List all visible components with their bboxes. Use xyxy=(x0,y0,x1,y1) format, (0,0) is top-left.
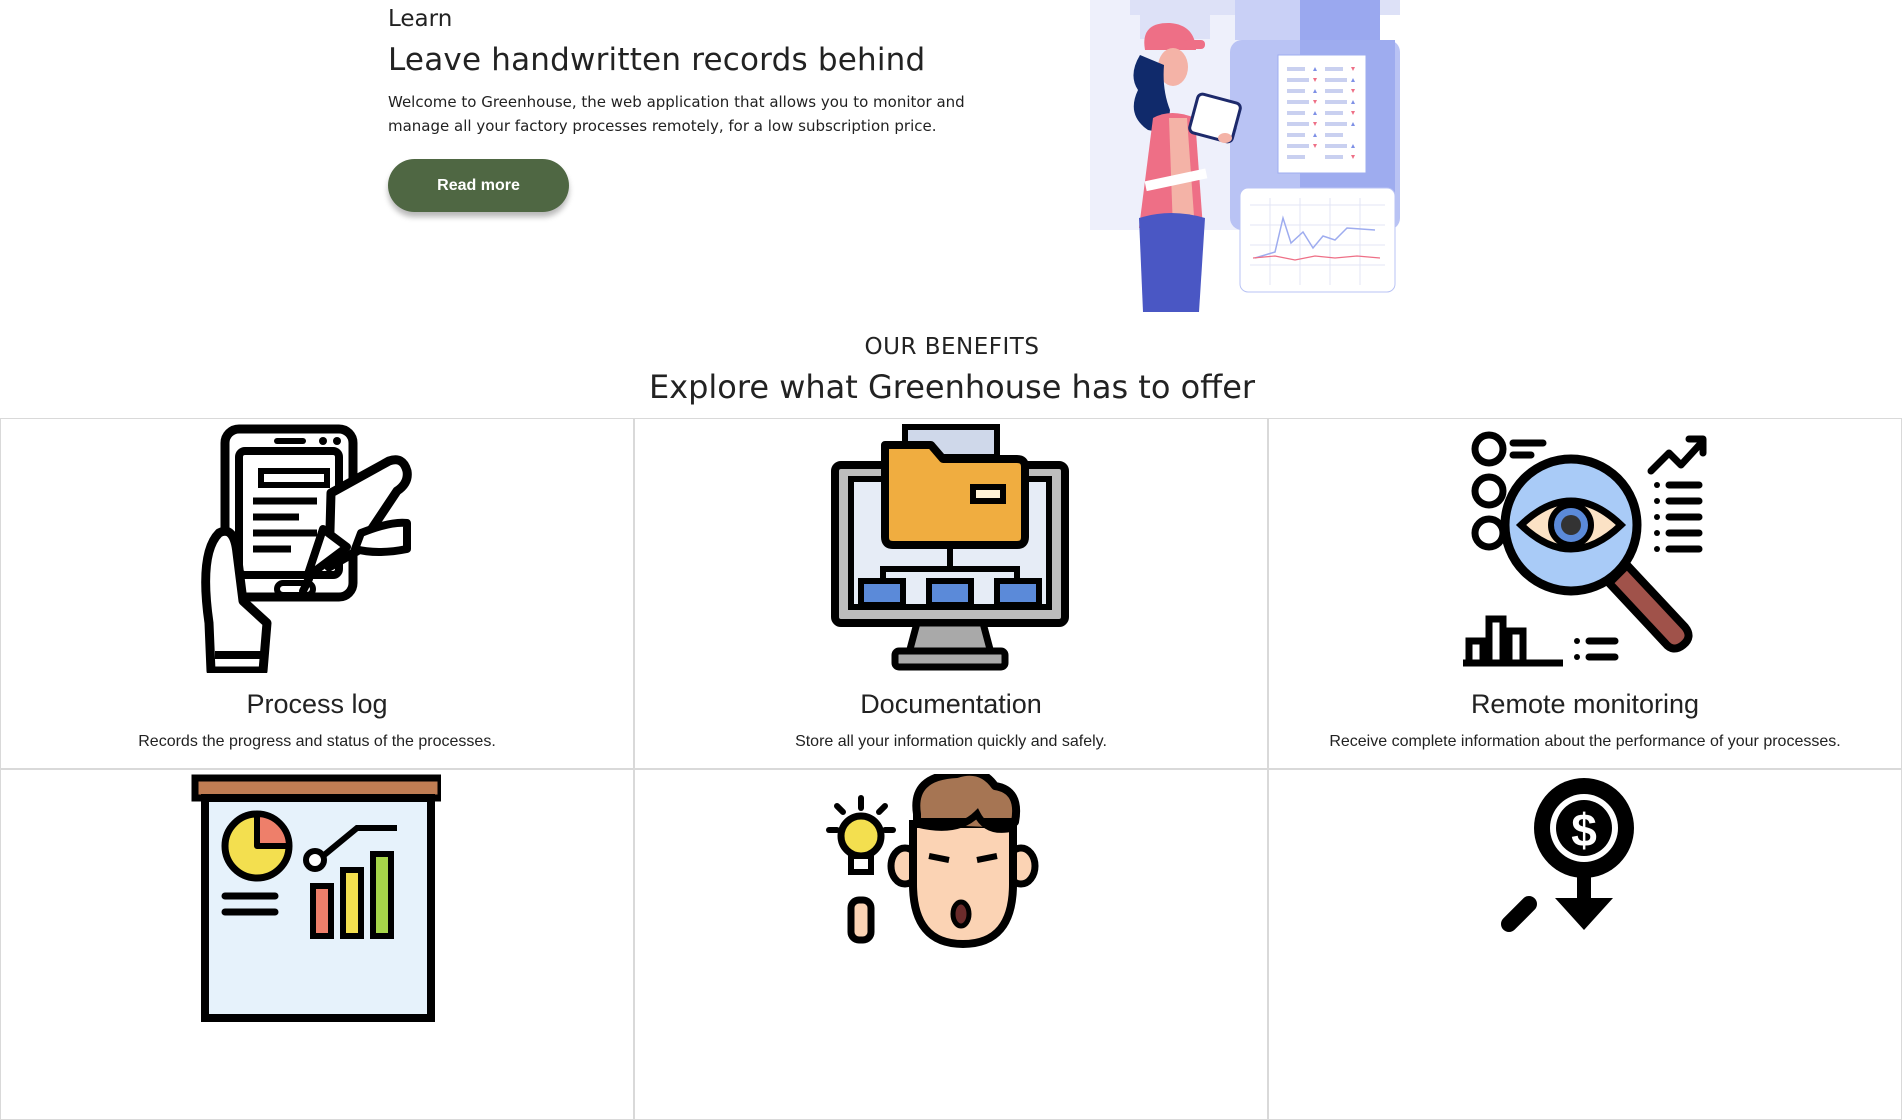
benefit-title: Documentation xyxy=(860,689,1042,719)
hero-section: Learn Leave handwritten records behind W… xyxy=(388,0,978,138)
benefit-card-6: $ xyxy=(1268,769,1902,1120)
folder-monitor-icon xyxy=(831,424,1069,671)
svg-text:$: $ xyxy=(1571,804,1597,856)
read-more-button[interactable]: Read more xyxy=(388,159,569,212)
benefits-title: Explore what Greenhouse has to offer xyxy=(648,368,1256,406)
benefits-eyebrow: OUR BENEFITS xyxy=(864,334,1040,360)
dollar-pin-icon: $ xyxy=(1501,778,1634,932)
hero-description: Welcome to Greenhouse, the web applicati… xyxy=(388,93,965,135)
magnifier-eye-icon xyxy=(1463,431,1707,667)
benefit-card-documentation: Documentation Store all your information… xyxy=(634,418,1268,769)
presentation-board-icon xyxy=(191,774,441,1022)
person-idea-icon xyxy=(826,774,1039,949)
benefit-title: Process log xyxy=(246,689,388,719)
benefit-description: Records the progress and status of the p… xyxy=(138,733,496,750)
worker-illustration-icon xyxy=(1090,0,1400,312)
hero-eyebrow: Learn xyxy=(388,6,453,32)
benefit-description: Store all your information quickly and s… xyxy=(795,733,1107,750)
benefit-title: Remote monitoring xyxy=(1470,689,1700,719)
hero-title: Leave handwritten records behind xyxy=(388,42,926,78)
benefit-card-process-log: Process log Records the progress and sta… xyxy=(0,418,634,769)
benefit-card-remote-monitoring: Remote monitoring Receive complete infor… xyxy=(1268,418,1902,769)
benefit-card-5 xyxy=(634,769,1268,1120)
tablet-writing-icon xyxy=(201,424,412,673)
benefit-card-4 xyxy=(0,769,634,1120)
benefit-description: Receive complete information about the p… xyxy=(1329,733,1841,750)
